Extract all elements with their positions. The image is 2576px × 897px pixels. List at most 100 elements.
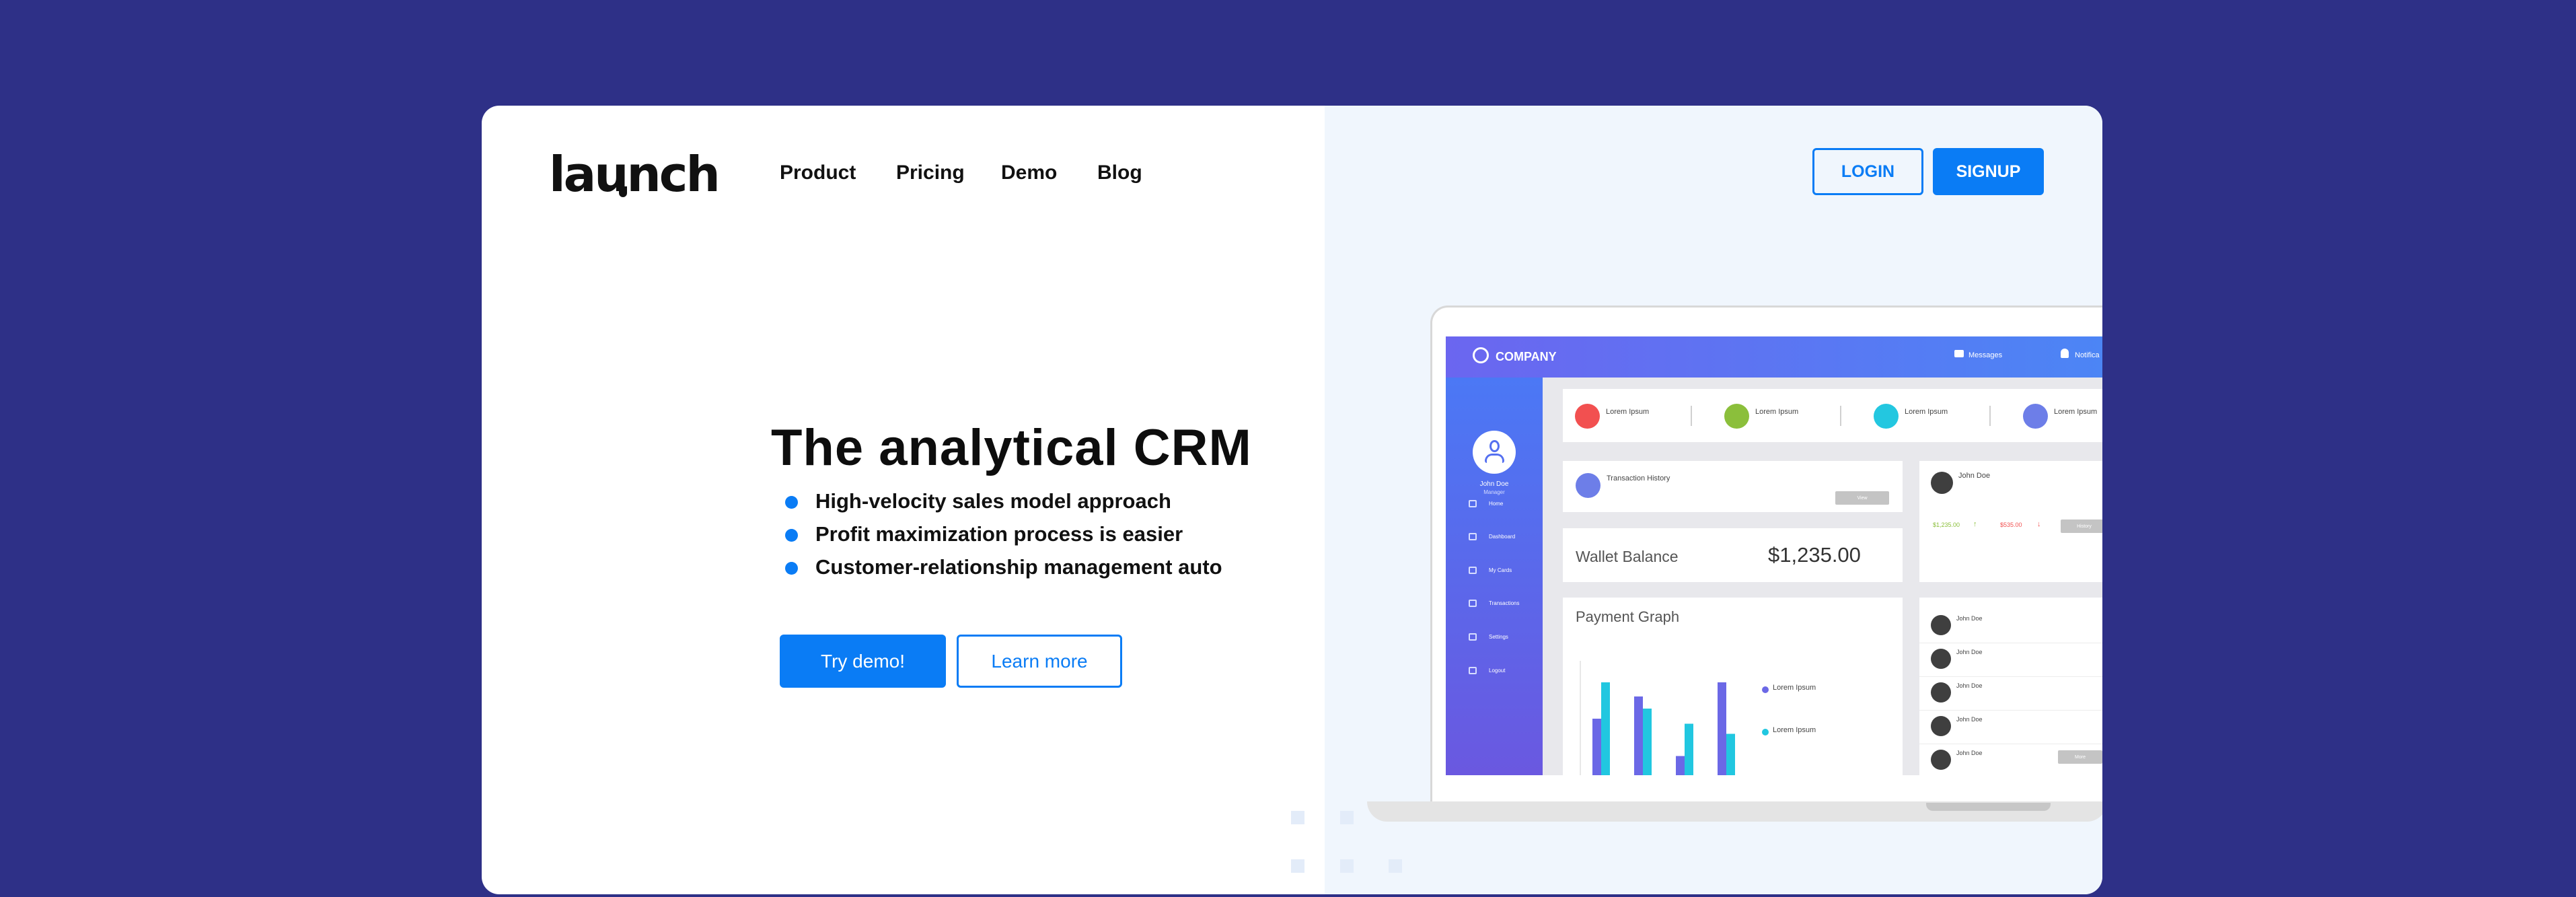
sidebar-item-transactions[interactable]: Transactions (1469, 598, 1520, 608)
contact-avatar (1931, 716, 1951, 736)
mail-icon[interactable] (1954, 350, 1964, 357)
home-icon (1469, 499, 1477, 507)
feature-item: Customer-relationship management auto (785, 555, 1222, 588)
transaction-title: Transaction History (1607, 474, 1670, 482)
contact-avatar (1931, 682, 1951, 703)
nav-product[interactable]: Product (780, 162, 856, 184)
hero-card: launch Product Pricing Demo Blog LOGIN S… (482, 106, 2102, 894)
stat-label: Lorem Ipsum (1905, 408, 1948, 416)
feature-list: High-velocity sales model approach Profi… (785, 489, 1222, 588)
stat-dot-green (1724, 404, 1749, 429)
dashboard-screen: COMPANY Messages Notifica John Doe Manag… (1446, 336, 2102, 775)
legend-label: Lorem Ipsum (1773, 726, 1816, 734)
graph-bar-series-b (1601, 682, 1610, 775)
sidebar-item-dashboard[interactable]: Dashboard (1469, 532, 1515, 541)
transaction-view-button[interactable]: View (1835, 491, 1889, 505)
list-item[interactable]: John Doe (1919, 677, 2102, 711)
profile-card: John Doe $1,235.00 ↑ $535.00 ↓ History (1919, 461, 2102, 582)
more-button[interactable]: More (2058, 750, 2102, 764)
login-button[interactable]: LOGIN (1812, 148, 1923, 195)
user-name: John Doe (1479, 480, 1509, 488)
divider (1691, 406, 1692, 426)
profile-name: John Doe (1958, 472, 1991, 480)
user-role: Manager (1483, 489, 1505, 495)
legend-label: Lorem Ipsum (1773, 684, 1816, 692)
user-head-icon (1489, 440, 1500, 452)
bullet-dot-icon (785, 529, 798, 542)
dashboard-sidebar: John Doe Manager Home Dashboard My Cards… (1446, 378, 1543, 775)
dashboard-topbar: COMPANY Messages Notifica (1446, 336, 2102, 378)
sidebar-item-settings[interactable]: Settings (1469, 632, 1508, 641)
graph-bar-series-a (1718, 682, 1726, 775)
hero-headline: The analytical CRM (771, 419, 1252, 476)
arrow-down-icon: ↓ (2037, 520, 2041, 528)
logo-drop-icon (619, 186, 627, 197)
graph-bar-series-b (1726, 733, 1735, 775)
nav-blog[interactable]: Blog (1097, 162, 1142, 184)
list-item[interactable]: John Doe (1919, 643, 2102, 677)
divider (1989, 406, 1991, 426)
payment-graph-chart (1580, 661, 1735, 775)
try-demo-button[interactable]: Try demo! (780, 635, 946, 688)
feature-item: High-velocity sales model approach (785, 489, 1222, 522)
wallet-label: Wallet Balance (1576, 548, 1679, 565)
contact-avatar (1931, 615, 1951, 635)
wallet-balance: $1,235.00 (1768, 543, 1861, 567)
sidebar-item-home[interactable]: Home (1469, 499, 1503, 508)
payment-graph-title: Payment Graph (1576, 608, 1680, 625)
sidebar-item-cards[interactable]: My Cards (1469, 565, 1512, 575)
history-button[interactable]: History (2061, 519, 2102, 533)
stat-dot-purple (2023, 404, 2048, 429)
graph-bar-series-a (1592, 719, 1601, 775)
stat-label: Lorem Ipsum (2054, 408, 2098, 416)
bell-icon[interactable] (2061, 349, 2069, 358)
stat-label: Lorem Ipsum (1755, 408, 1799, 416)
legend-swatch (1762, 729, 1769, 735)
bullet-dot-icon (785, 562, 798, 575)
company-logo-icon (1473, 347, 1489, 363)
list-item[interactable]: John Doe (1919, 610, 2102, 643)
dashboard-icon (1469, 532, 1477, 540)
divider (1840, 406, 1841, 426)
learn-more-button[interactable]: Learn more (957, 635, 1122, 688)
graph-bar-series-a (1676, 756, 1685, 775)
arrow-up-icon: ↑ (1973, 520, 1977, 528)
amount-up: $1,235.00 (1933, 522, 1960, 528)
transaction-history-panel: Transaction History View (1563, 461, 1903, 512)
wallet-panel: Wallet Balance $1,235.00 (1563, 528, 1903, 582)
gear-icon (1469, 633, 1477, 641)
transaction-avatar (1576, 473, 1600, 498)
decor-square (1291, 859, 1304, 873)
list-item[interactable]: John Doe (1919, 711, 2102, 744)
brand-logo[interactable]: launch (549, 146, 721, 203)
decor-square (1291, 811, 1304, 824)
avatar[interactable] (1473, 431, 1516, 474)
user-body-icon (1485, 454, 1504, 463)
signup-button[interactable]: SIGNUP (1933, 148, 2044, 195)
nav-demo[interactable]: Demo (1001, 162, 1057, 184)
decor-square (1389, 859, 1402, 873)
sidebar-item-logout[interactable]: Logout (1469, 666, 1505, 675)
decor-square (1340, 811, 1354, 824)
laptop-notch (1926, 803, 2051, 811)
company-name: COMPANY (1496, 350, 1557, 363)
nav-pricing[interactable]: Pricing (896, 162, 965, 184)
bullet-dot-icon (785, 496, 798, 509)
profile-avatar (1931, 472, 1953, 494)
graph-bar-series-b (1643, 709, 1652, 775)
card-icon (1469, 566, 1477, 574)
graph-bar-series-b (1685, 723, 1693, 775)
transactions-icon (1469, 599, 1477, 607)
stats-strip: Lorem Ipsum Lorem Ipsum Lorem Ipsum Lore… (1563, 389, 2102, 442)
stat-label: Lorem Ipsum (1606, 408, 1650, 416)
messages-link[interactable]: Messages (1968, 351, 2002, 359)
feature-item: Profit maximization process is easier (785, 522, 1222, 555)
amount-down: $535.00 (2000, 522, 2022, 528)
stat-dot-red (1575, 404, 1600, 429)
contacts-panel: John Doe John Doe John Doe John Doe John… (1919, 598, 2102, 775)
stat-dot-cyan (1874, 404, 1899, 429)
contact-avatar (1931, 750, 1951, 770)
notifications-link[interactable]: Notifica (2075, 351, 2100, 359)
graph-bar-series-a (1634, 696, 1643, 775)
payment-graph-panel: Payment Graph Lorem Ipsum Lorem Ipsum (1563, 598, 1903, 775)
